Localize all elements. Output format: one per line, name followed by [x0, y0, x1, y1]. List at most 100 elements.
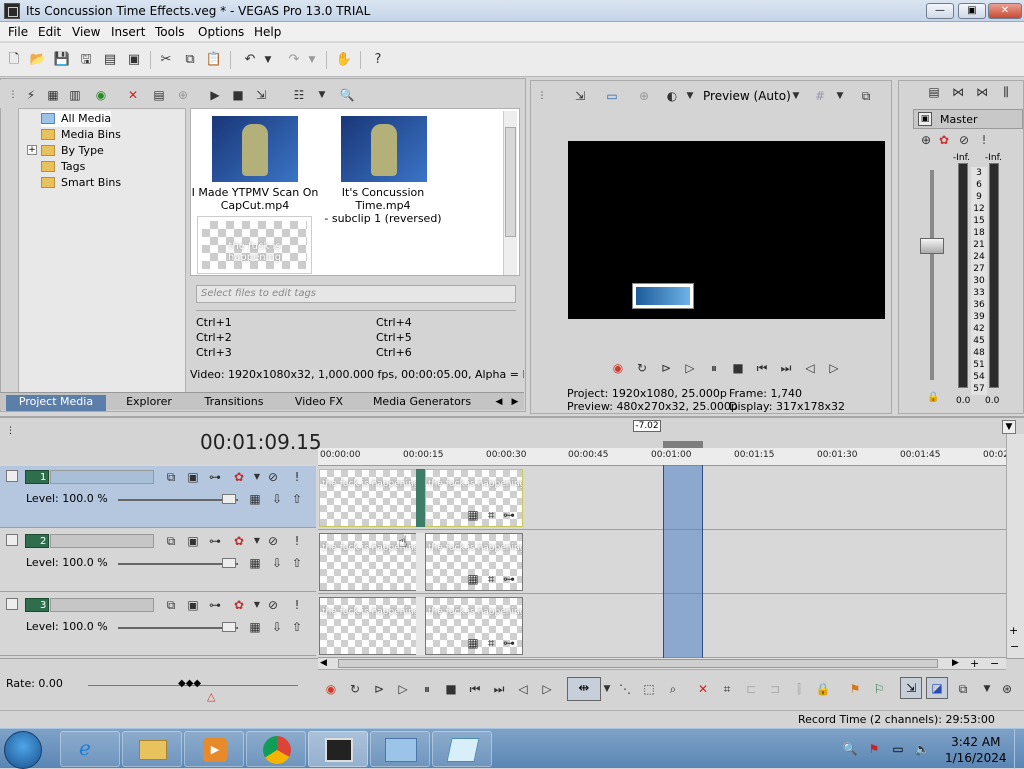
track-fx-icon[interactable]: ▣: [184, 468, 202, 486]
save-icon[interactable]: 💾: [52, 50, 72, 70]
media-fx-icon[interactable]: ⊕: [174, 86, 192, 104]
tab-scroll-right-icon[interactable]: ▶: [508, 395, 522, 411]
downmix-icon[interactable]: ⋈: [949, 83, 967, 101]
import-media-icon[interactable]: ⚡: [22, 86, 40, 104]
play-from-start-icon[interactable]: ⊳: [657, 360, 675, 376]
external-monitor-icon[interactable]: ▭: [603, 87, 621, 105]
mixer-icon[interactable]: ⫼: [997, 83, 1015, 101]
web-media-icon[interactable]: ◉: [92, 86, 110, 104]
track-name-field[interactable]: [50, 470, 154, 484]
zoom-in-time-icon[interactable]: +: [970, 657, 979, 670]
shortcut-ctrl2[interactable]: Ctrl+2: [196, 331, 232, 344]
taskbar-media-player[interactable]: ▶: [184, 731, 244, 767]
video-event[interactable]: the fuck is happening: [319, 597, 417, 655]
pause-icon[interactable]: ⏸: [705, 360, 723, 376]
shortcut-ctrl5[interactable]: Ctrl+5: [376, 331, 412, 344]
cut-icon[interactable]: ✂: [156, 50, 176, 70]
automation-icon[interactable]: ▦: [246, 490, 264, 508]
track-fx-icon[interactable]: ▣: [184, 532, 202, 550]
copy-icon[interactable]: ⧉: [180, 50, 200, 70]
split-screen-icon[interactable]: ◐: [663, 87, 681, 105]
master-fx-icon[interactable]: ⊕: [917, 131, 935, 149]
normal-edit-tool-icon[interactable]: ⇹: [567, 677, 601, 701]
grouping-dropdown-icon[interactable]: ▼: [978, 681, 996, 697]
lock-envelopes-icon[interactable]: ⊛: [998, 681, 1016, 697]
split-icon[interactable]: ⫿: [790, 681, 808, 697]
level-slider-thumb[interactable]: [222, 558, 236, 568]
event-pan-crop-icon[interactable]: ⌗: [482, 506, 500, 524]
media-properties-icon[interactable]: ▤: [150, 86, 168, 104]
compositing-mode-icon[interactable]: ⊶: [206, 532, 224, 550]
overlays-icon[interactable]: #: [811, 87, 829, 105]
tag-edit-field[interactable]: Select files to edit tags: [196, 285, 516, 303]
track-fx-chain-icon[interactable]: ✿: [230, 468, 248, 486]
taskbar-vegas-pro[interactable]: [308, 731, 368, 767]
make-compositing-child-icon[interactable]: ⇧: [288, 490, 306, 508]
loop-playback-icon[interactable]: ↻: [633, 360, 651, 376]
split-screen-dropdown-icon[interactable]: ▼: [681, 87, 699, 105]
event-fx-icon[interactable]: ▦: [464, 506, 482, 524]
tree-item-by-type[interactable]: By Type: [41, 143, 104, 159]
loop-playback-icon[interactable]: ↻: [346, 681, 364, 697]
track-minimize-icon[interactable]: [6, 534, 18, 546]
track-name-field[interactable]: [50, 598, 154, 612]
track-level-slider[interactable]: [118, 499, 238, 501]
taskbar-chrome[interactable]: [246, 731, 306, 767]
redo-dropdown-icon[interactable]: ▼: [306, 50, 318, 70]
make-compositing-child-icon[interactable]: ⇧: [288, 618, 306, 636]
record-icon[interactable]: ◉: [609, 360, 627, 376]
enable-snapping-icon[interactable]: ✋: [334, 50, 354, 70]
track-header-3[interactable]: 3 ⧉ ▣ ⊶ ✿ ▼ ⊘ ! Level: 100.0 % ▦ ⇩ ⇧: [0, 594, 316, 656]
event-sync-icon[interactable]: ⊶: [500, 634, 518, 652]
zoom-out-icon[interactable]: −: [1010, 640, 1019, 653]
play-icon[interactable]: ▷: [394, 681, 412, 697]
taskbar-internet-explorer[interactable]: ℯ: [60, 731, 120, 767]
enable-snapping-icon[interactable]: ◪: [926, 677, 948, 699]
play-from-start-icon[interactable]: ⊳: [370, 681, 388, 697]
tab-explorer[interactable]: Explorer: [112, 395, 186, 411]
event-sync-icon[interactable]: ⊶: [500, 506, 518, 524]
zoom-out-time-icon[interactable]: −: [990, 657, 999, 670]
go-to-end-icon[interactable]: ⏭: [490, 681, 508, 697]
track-minimize-icon[interactable]: [6, 470, 18, 482]
level-slider-thumb[interactable]: [222, 494, 236, 504]
minimize-button[interactable]: —: [926, 3, 954, 19]
tree-item-media-bins[interactable]: Media Bins: [41, 127, 121, 143]
track-motion-icon[interactable]: ⧉: [162, 468, 180, 486]
preview-quality-arrow-icon[interactable]: ▼: [787, 87, 805, 105]
video-event[interactable]: the fuck is happening: [319, 469, 417, 527]
panel-grip-icon[interactable]: ⋮: [4, 86, 22, 104]
automation-mode-icon[interactable]: ⇩: [268, 490, 286, 508]
system-clock[interactable]: 3:42 AM 1/16/2024: [945, 734, 1007, 766]
zoom-tool-icon[interactable]: ⌕: [664, 681, 682, 697]
show-desktop-button[interactable]: [1014, 729, 1024, 769]
fader-lock-icon[interactable]: 🔒: [927, 392, 939, 403]
panel-grip-icon[interactable]: ⋮: [533, 87, 551, 105]
event-fx-icon[interactable]: ▦: [464, 570, 482, 588]
taskbar-control-panel[interactable]: [370, 731, 430, 767]
preview-quality-dropdown[interactable]: Preview (Auto): [703, 89, 791, 103]
scroll-left-icon[interactable]: ◀: [320, 658, 327, 668]
next-frame-icon[interactable]: ▷: [825, 360, 843, 376]
tree-item-tags[interactable]: Tags: [41, 159, 85, 175]
event-grouping-icon[interactable]: ⧉: [954, 681, 972, 697]
tab-video-fx[interactable]: Video FX: [284, 395, 354, 411]
previous-frame-icon[interactable]: ◁: [514, 681, 532, 697]
selection-tool-icon[interactable]: ⬚: [640, 681, 658, 697]
track-minimize-icon[interactable]: [6, 598, 18, 610]
media-thumbnail-1[interactable]: [212, 116, 298, 182]
shortcut-ctrl3[interactable]: Ctrl+3: [196, 346, 232, 359]
tree-item-smart-bins[interactable]: Smart Bins: [41, 175, 121, 191]
maximize-button[interactable]: ▣: [958, 3, 986, 19]
save-as-icon[interactable]: 🖫: [76, 50, 96, 70]
new-project-icon[interactable]: 🗋: [4, 50, 24, 70]
views-dropdown-icon[interactable]: ▼: [313, 86, 331, 104]
event-fx-icon[interactable]: ▦: [464, 634, 482, 652]
text-media-thumbnail[interactable]: the fuck is happening: [197, 216, 312, 274]
views-icon[interactable]: ☷: [290, 86, 308, 104]
track-fx-icon[interactable]: ▣: [184, 596, 202, 614]
track-motion-icon[interactable]: ⧉: [162, 596, 180, 614]
copy-snapshot-icon[interactable]: ⧉: [857, 87, 875, 105]
timeline-grip-icon[interactable]: ⋮: [6, 426, 15, 436]
scrollbar-thumb[interactable]: [505, 127, 516, 237]
